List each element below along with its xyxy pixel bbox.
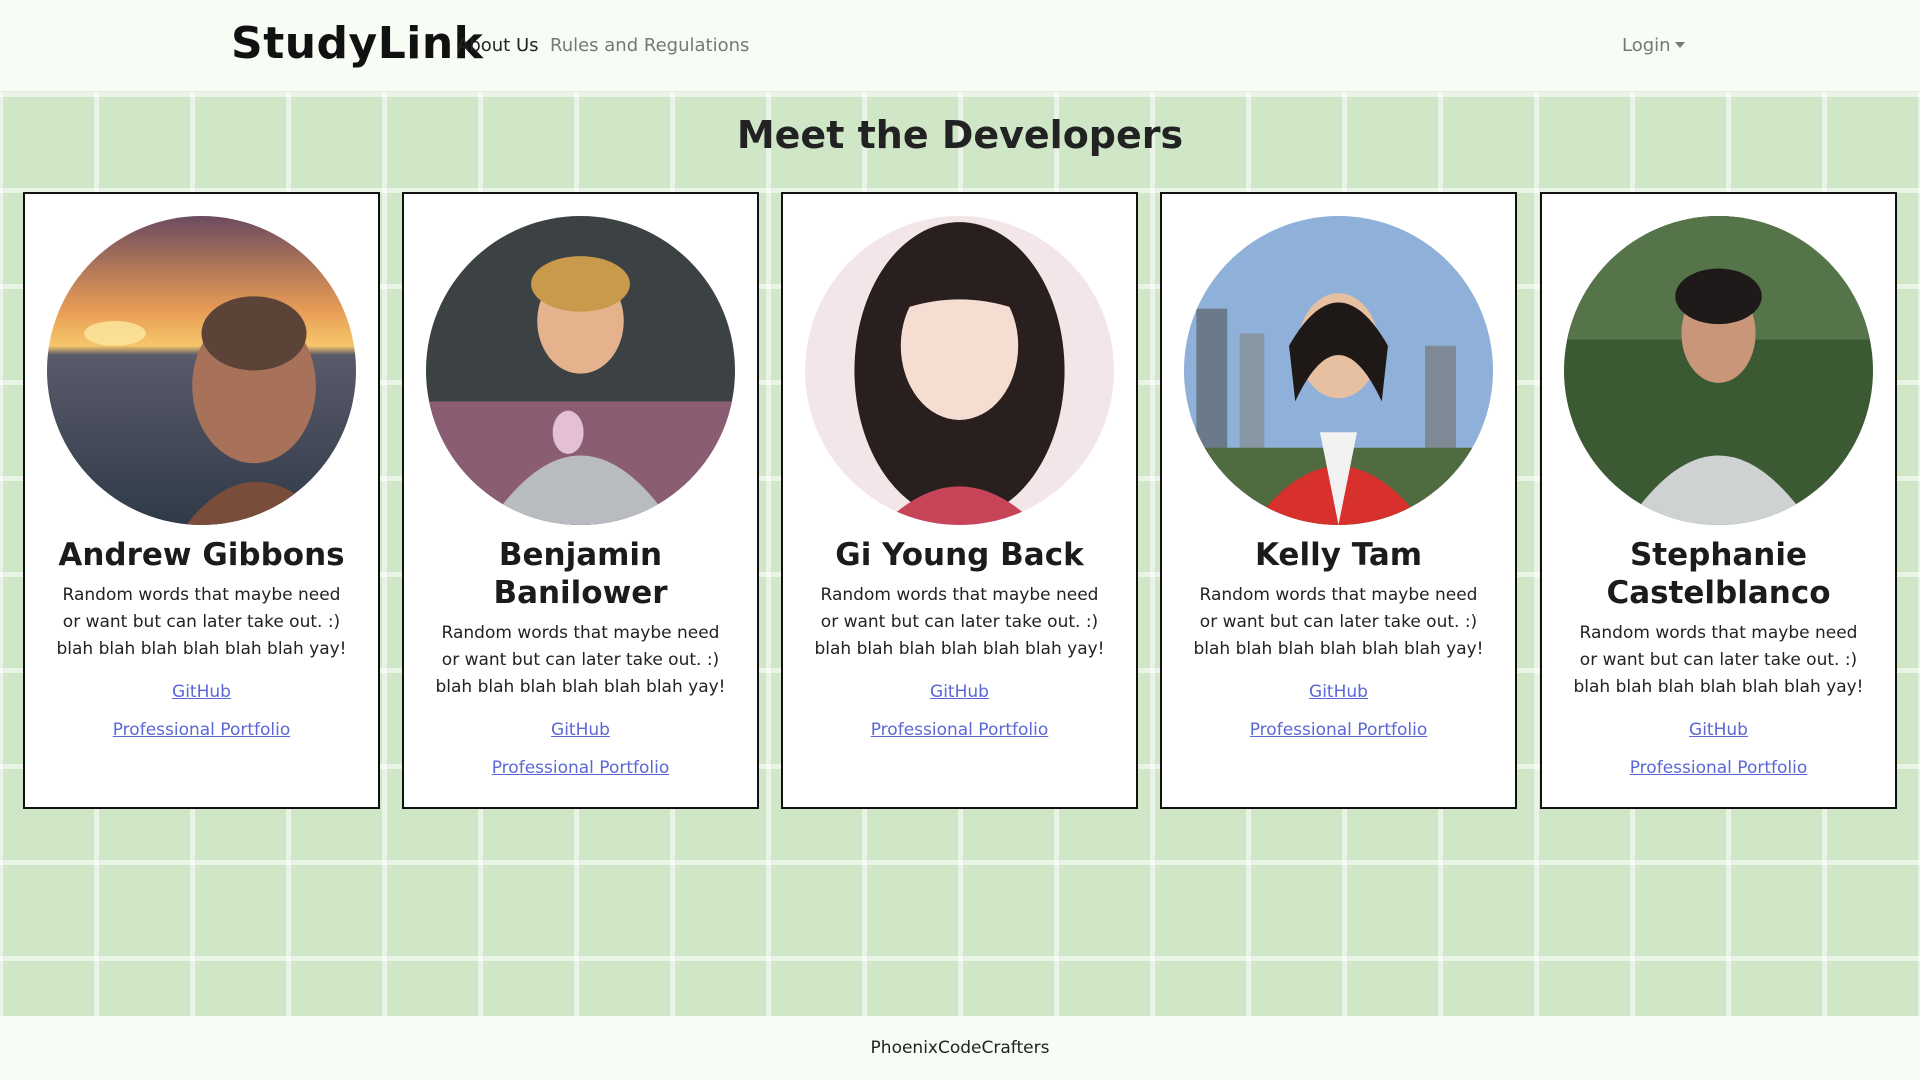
github-link[interactable]: GitHub	[45, 681, 358, 703]
nav-rules-link[interactable]: Rules and Regulations	[550, 35, 749, 56]
footer: PhoenixCodeCrafters	[0, 1016, 1920, 1080]
card-body: Andrew Gibbons Random words that maybe n…	[25, 536, 378, 757]
card-body: Kelly Tam Random words that maybe need o…	[1162, 536, 1515, 757]
developer-photo	[805, 216, 1114, 525]
developer-description: Random words that maybe need or want but…	[435, 623, 726, 697]
login-label: Login	[1622, 35, 1671, 56]
card-body: Gi Young Back Random words that maybe ne…	[783, 536, 1136, 757]
navbar: StudyLink About Us Rules and Regulations…	[0, 0, 1920, 92]
github-link[interactable]: GitHub	[1182, 681, 1495, 703]
developer-name: Stephanie Castelblanco	[1606, 537, 1831, 611]
developer-card: Stephanie Castelblanco Random words that…	[1540, 192, 1897, 809]
github-link[interactable]: GitHub	[803, 681, 1116, 703]
login-dropdown[interactable]: Login	[1622, 35, 1685, 56]
caret-down-icon	[1674, 42, 1685, 48]
brand-logo[interactable]: StudyLink	[231, 18, 483, 69]
portfolio-link[interactable]: Professional Portfolio	[1562, 757, 1875, 779]
developer-card: Benjamin Banilower Random words that may…	[402, 192, 759, 809]
card-body: Benjamin Banilower Random words that may…	[404, 536, 757, 795]
developer-photo	[47, 216, 356, 525]
developer-description: Random words that maybe need or want but…	[1193, 585, 1484, 659]
developer-card: Kelly Tam Random words that maybe need o…	[1160, 192, 1517, 809]
developer-description: Random words that maybe need or want but…	[1573, 623, 1864, 697]
developer-card: Gi Young Back Random words that maybe ne…	[781, 192, 1138, 809]
developer-description: Random words that maybe need or want but…	[56, 585, 347, 659]
developer-name: Benjamin Banilower	[493, 537, 668, 611]
developer-name: Kelly Tam	[1254, 537, 1423, 573]
developer-name: Gi Young Back	[835, 537, 1084, 573]
developer-name: Andrew Gibbons	[58, 537, 345, 573]
github-link[interactable]: GitHub	[1562, 719, 1875, 741]
portfolio-link[interactable]: Professional Portfolio	[45, 719, 358, 741]
portfolio-link[interactable]: Professional Portfolio	[424, 757, 737, 779]
developer-photo	[1184, 216, 1493, 525]
page-title: Meet the Developers	[736, 113, 1184, 157]
developer-photo	[1564, 216, 1873, 525]
footer-text: PhoenixCodeCrafters	[870, 1038, 1050, 1058]
github-link[interactable]: GitHub	[424, 719, 737, 741]
developer-photo	[426, 216, 735, 525]
portfolio-link[interactable]: Professional Portfolio	[1182, 719, 1495, 741]
developer-description: Random words that maybe need or want but…	[814, 585, 1105, 659]
card-body: Stephanie Castelblanco Random words that…	[1542, 536, 1895, 795]
developer-card: Andrew Gibbons Random words that maybe n…	[23, 192, 380, 809]
portfolio-link[interactable]: Professional Portfolio	[803, 719, 1116, 741]
nav-about-link[interactable]: About Us	[457, 35, 539, 56]
